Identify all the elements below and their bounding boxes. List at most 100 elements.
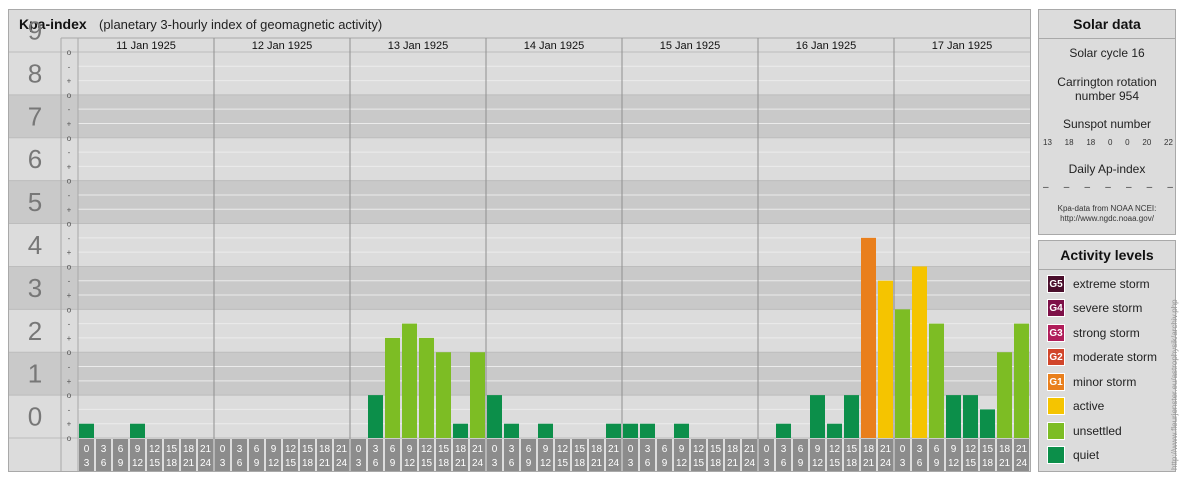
ap-value: – (1063, 182, 1070, 193)
kp-bar (912, 266, 927, 438)
interval-end-label: 6 (509, 458, 515, 469)
credit-url: http://www.fleurjenster.eu/astrophysik/a… (1170, 299, 1179, 470)
ap-index-values: – – – – – – – (1043, 182, 1173, 193)
interval-start-label: 6 (798, 444, 804, 455)
interval-end-label: 24 (880, 458, 892, 469)
interval-end-label: 12 (676, 458, 688, 469)
interval-start-label: 15 (710, 444, 722, 455)
kpa-bar-chart: 0123456789o+-o+-o+-o+-o+-o+-o+-o+-o+-o11… (9, 16, 1030, 471)
interval-start-label: 9 (543, 444, 549, 455)
y-minor-label: - (68, 105, 71, 114)
interval-start-label: 18 (591, 444, 603, 455)
legend-item-unsettled: unsettled (1047, 421, 1122, 441)
y-minor-label: o (67, 48, 72, 57)
interval-end-label: 18 (846, 458, 858, 469)
kp-band (9, 137, 1030, 181)
kp-bar (385, 337, 400, 438)
interval-end-label: 9 (934, 458, 940, 469)
interval-start-label: 12 (421, 444, 433, 455)
interval-start-label: 6 (934, 444, 940, 455)
interval-start-label: 21 (336, 444, 348, 455)
interval-end-label: 9 (254, 458, 260, 469)
ap-value: – (1084, 182, 1091, 193)
kp-bar (674, 423, 689, 438)
legend-label: strong storm (1073, 326, 1140, 340)
interval-end-label: 6 (373, 458, 379, 469)
ap-value: – (1146, 182, 1153, 193)
interval-end-label: 21 (455, 458, 467, 469)
ap-value: – (1105, 182, 1111, 193)
interval-start-label: 6 (118, 444, 124, 455)
solar-data-title: Solar data (1039, 10, 1175, 39)
interval-end-label: 21 (999, 458, 1011, 469)
interval-end-label: 12 (268, 458, 280, 469)
kp-bar (79, 423, 94, 438)
interval-end-label: 9 (798, 458, 804, 469)
interval-end-label: 24 (744, 458, 756, 469)
day-label: 14 Jan 1925 (524, 40, 585, 52)
interval-end-label: 21 (863, 458, 875, 469)
interval-end-label: 6 (781, 458, 787, 469)
legend-label: extreme storm (1073, 277, 1150, 291)
kp-bar (368, 395, 383, 438)
interval-end-label: 18 (710, 458, 722, 469)
y-tick-label: 0 (28, 402, 42, 432)
kp-band (9, 266, 1030, 310)
y-minor-label: - (68, 405, 71, 414)
legend-label: severe storm (1073, 301, 1143, 315)
interval-start-label: 12 (829, 444, 841, 455)
interval-start-label: 0 (220, 444, 226, 455)
kp-bar (980, 409, 995, 438)
interval-start-label: 21 (744, 444, 756, 455)
y-minor-label: - (68, 363, 71, 372)
interval-start-label: 3 (917, 444, 923, 455)
activity-levels-panel: Activity levels G5 extreme storm G4 seve… (1038, 240, 1176, 472)
kp-bar (130, 423, 145, 438)
interval-start-label: 0 (492, 444, 498, 455)
y-minor-label: o (67, 220, 72, 229)
y-minor-label: - (68, 320, 71, 329)
interval-end-label: 12 (812, 458, 824, 469)
kp-band (9, 180, 1030, 224)
day-label: 16 Jan 1925 (796, 40, 857, 52)
interval-start-label: 18 (999, 444, 1011, 455)
interval-start-label: 21 (200, 444, 212, 455)
interval-end-label: 15 (149, 458, 161, 469)
y-minor-label: + (67, 77, 72, 86)
interval-end-label: 18 (302, 458, 314, 469)
y-minor-label: o (67, 262, 72, 271)
y-minor-label: - (68, 234, 71, 243)
interval-start-label: 0 (356, 444, 362, 455)
legend-label: quiet (1073, 448, 1100, 462)
interval-start-label: 0 (628, 444, 634, 455)
interval-start-label: 9 (679, 444, 685, 455)
interval-start-label: 0 (84, 444, 90, 455)
interval-start-label: 18 (863, 444, 875, 455)
interval-start-label: 9 (135, 444, 141, 455)
kp-band (9, 395, 1030, 438)
ap-value: – (1043, 182, 1049, 193)
interval-end-label: 3 (356, 458, 362, 469)
legend-label: moderate storm (1073, 350, 1158, 364)
y-minor-label: + (67, 119, 72, 128)
interval-start-label: 6 (254, 444, 260, 455)
interval-end-label: 15 (829, 458, 841, 469)
interval-end-label: 21 (727, 458, 739, 469)
legend-item-minor-storm: G1 minor storm (1047, 372, 1136, 392)
day-label: 15 Jan 1925 (660, 40, 721, 52)
interval-end-label: 24 (608, 458, 620, 469)
interval-end-label: 9 (526, 458, 532, 469)
legend-label: minor storm (1073, 375, 1137, 389)
y-tick-label: 2 (28, 316, 42, 346)
sunspot-label: Sunspot number (1062, 117, 1152, 131)
kp-bar (878, 280, 893, 438)
kp-bar (623, 423, 638, 438)
interval-start-label: 15 (846, 444, 858, 455)
kp-bar (504, 423, 519, 438)
interval-start-label: 6 (390, 444, 396, 455)
y-minor-label: o (67, 305, 72, 314)
y-tick-label: 9 (28, 16, 42, 46)
sunspot-value: 22 (1164, 138, 1173, 147)
interval-start-label: 6 (526, 444, 532, 455)
kp-bar (776, 423, 791, 438)
